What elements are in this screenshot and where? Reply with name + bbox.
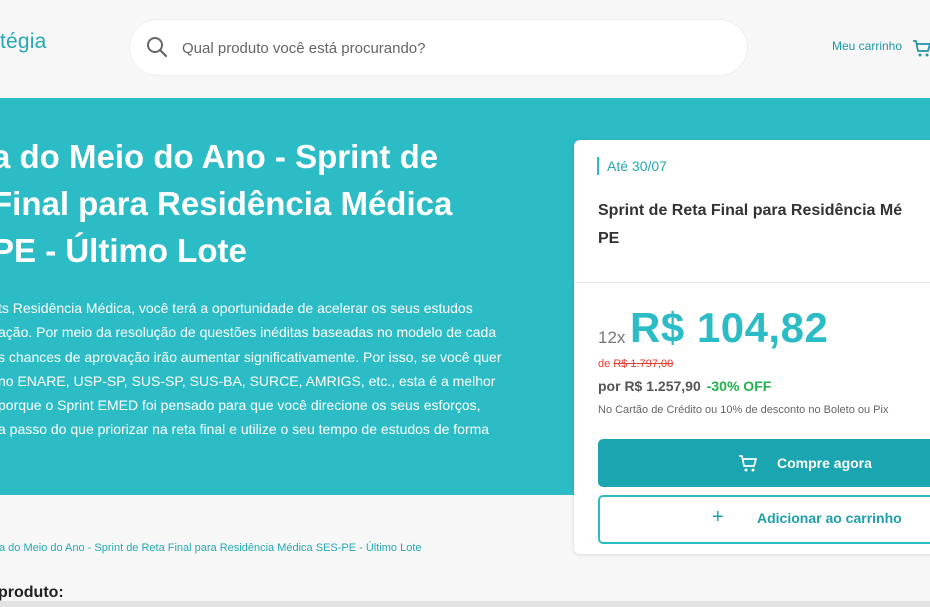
my-cart-link[interactable]: Meu carrinho bbox=[832, 39, 902, 53]
breadcrumb[interactable]: a do Meio do Ano - Sprint de Reta Final … bbox=[0, 542, 422, 554]
search-bar[interactable] bbox=[130, 20, 747, 75]
card-product-line: Sprint de Reta Final para Residência Mé bbox=[598, 202, 903, 219]
old-price-prefix: de bbox=[598, 358, 611, 370]
product-title-line: PE - Último Lote bbox=[0, 232, 247, 269]
description-line: ts Residência Médica, você terá a oportu… bbox=[0, 300, 473, 316]
top-header: tégia Meu carrinho bbox=[0, 0, 930, 98]
payment-terms: No Cartão de Crédito ou 10% de desconto … bbox=[598, 404, 889, 416]
full-price: por R$ 1.257,90 bbox=[598, 378, 701, 394]
product-title-line: Final para Residência Médica bbox=[0, 185, 453, 222]
buy-now-button[interactable]: Compre agora bbox=[598, 439, 930, 487]
description-line: s chances de aprovação irão aumentar sig… bbox=[0, 348, 502, 365]
old-price: de R$ 1.797,00 bbox=[598, 358, 673, 370]
card-divider bbox=[574, 282, 930, 283]
product-description: ts Residência Médica, você terá a oportu… bbox=[0, 296, 558, 442]
product-title: a do Meio do Ano - Sprint de Final para … bbox=[0, 133, 532, 274]
cart-icon[interactable] bbox=[912, 38, 930, 58]
brand-logo[interactable]: tégia bbox=[0, 30, 47, 54]
deadline-label: Até 30/07 bbox=[597, 157, 667, 175]
old-price-value: R$ 1.797,00 bbox=[613, 358, 674, 370]
cart-icon bbox=[739, 455, 757, 472]
card-product-line: PE bbox=[598, 230, 620, 247]
installments-label: 12x bbox=[598, 328, 626, 347]
description-line: ação. Por meio da resolução de questões … bbox=[0, 324, 497, 341]
description-line: no ENARE, USP-SP, SUS-SP, SUS-BA, SURCE,… bbox=[0, 372, 496, 389]
product-title-line: a do Meio do Ano - Sprint de bbox=[0, 138, 439, 175]
add-to-cart-label: Adicionar ao carrinho bbox=[757, 510, 902, 526]
discount-badge: -30% OFF bbox=[706, 378, 772, 394]
card-product-name: Sprint de Reta Final para Residência Mé … bbox=[598, 197, 930, 253]
description-line: porque o Sprint EMED foi pensado para qu… bbox=[0, 397, 481, 414]
add-to-cart-button[interactable]: + Adicionar ao carrinho bbox=[598, 495, 930, 544]
buy-now-label: Compre agora bbox=[777, 455, 872, 471]
purchase-card: Até 30/07 Sprint de Reta Final para Resi… bbox=[574, 140, 930, 554]
search-input[interactable] bbox=[180, 33, 724, 63]
section-title: produto: bbox=[0, 584, 64, 601]
price-value: R$ 104,82 bbox=[630, 304, 829, 351]
plus-icon: + bbox=[712, 506, 724, 528]
description-line: a passo do que priorizar na reta final e… bbox=[0, 421, 490, 438]
full-price-line: por R$ 1.257,90 -30% OFF bbox=[598, 378, 771, 394]
content-divider bbox=[0, 601, 930, 607]
search-icon bbox=[147, 37, 168, 58]
